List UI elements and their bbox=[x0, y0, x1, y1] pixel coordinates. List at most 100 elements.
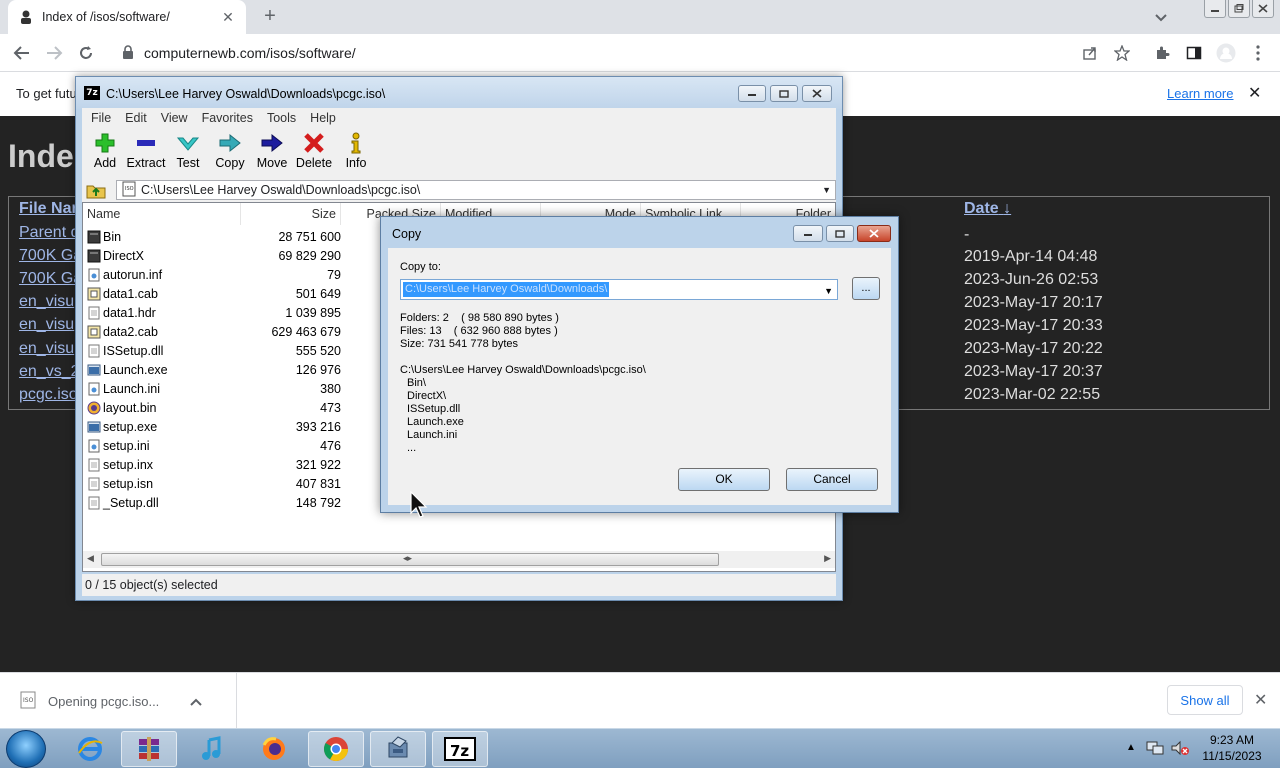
dialog-minimize-icon[interactable] bbox=[793, 225, 823, 242]
7zip-maximize-icon[interactable] bbox=[770, 85, 798, 102]
7zip-close-icon[interactable] bbox=[802, 85, 832, 102]
page-heading: Inde bbox=[8, 138, 74, 174]
close-window-icon[interactable] bbox=[1252, 0, 1274, 18]
show-all-button[interactable]: Show all bbox=[1167, 685, 1243, 715]
winrar-icon[interactable] bbox=[121, 731, 177, 767]
file-row[interactable]: Launch.exe 126 976 bbox=[83, 361, 383, 380]
file-row[interactable]: _Setup.dll 148 792 bbox=[83, 494, 383, 513]
menu-kebab-icon[interactable] bbox=[1248, 43, 1268, 63]
file-file-icon bbox=[87, 344, 101, 358]
bookmark-star-icon[interactable] bbox=[1112, 43, 1132, 63]
listing-link[interactable]: en_visu bbox=[19, 293, 74, 311]
browse-button[interactable]: ... bbox=[852, 277, 880, 300]
restore-icon[interactable] bbox=[1228, 0, 1250, 18]
7zip-minimize-icon[interactable] bbox=[738, 85, 766, 102]
download-chevron-icon[interactable] bbox=[190, 694, 202, 709]
learn-more-link[interactable]: Learn more bbox=[1167, 86, 1233, 101]
listing-link[interactable]: 700K Ga bbox=[19, 270, 82, 288]
column-name[interactable]: Name bbox=[83, 203, 241, 225]
dialog-maximize-icon[interactable] bbox=[826, 225, 854, 242]
listing-link[interactable]: Parent d bbox=[19, 224, 79, 242]
share-icon[interactable] bbox=[1080, 43, 1100, 63]
destination-combo[interactable]: C:\Users\Lee Harvey Oswald\Downloads\ ▼ bbox=[400, 279, 838, 300]
add-button[interactable]: Add bbox=[82, 130, 128, 170]
folder-up-icon[interactable] bbox=[86, 181, 106, 199]
menu-tools[interactable]: Tools bbox=[267, 111, 296, 125]
tab-search-icon[interactable] bbox=[1152, 8, 1170, 26]
menu-view[interactable]: View bbox=[161, 111, 188, 125]
browser-tab[interactable]: Index of /isos/software/ ✕ bbox=[8, 0, 246, 34]
listing-link[interactable]: en_visu bbox=[19, 316, 74, 334]
file-row[interactable]: setup.exe 393 216 bbox=[83, 418, 383, 437]
files-summary: Files: 13 ( 632 960 888 bytes ) bbox=[400, 325, 558, 337]
file-size: 380 bbox=[320, 382, 341, 396]
file-row[interactable]: Launch.ini 380 bbox=[83, 380, 383, 399]
download-item[interactable]: ISO Opening pcgc.iso... bbox=[0, 673, 237, 729]
internet-explorer-icon[interactable] bbox=[62, 731, 118, 767]
menu-help[interactable]: Help bbox=[310, 111, 336, 125]
itunes-icon[interactable] bbox=[184, 731, 240, 767]
reload-icon[interactable] bbox=[74, 41, 98, 65]
listing-link[interactable]: en_visu bbox=[19, 340, 74, 358]
cancel-button[interactable]: Cancel bbox=[786, 468, 878, 491]
info-button[interactable]: Info bbox=[333, 130, 379, 170]
chrome-icon[interactable] bbox=[308, 731, 364, 767]
menu-file[interactable]: File bbox=[91, 111, 111, 125]
file-row[interactable]: ISSetup.dll 555 520 bbox=[83, 342, 383, 361]
destination-dropdown-icon[interactable]: ▼ bbox=[824, 286, 833, 296]
network-icon[interactable] bbox=[1146, 740, 1164, 759]
back-icon[interactable] bbox=[10, 41, 34, 65]
show-hidden-icons-icon[interactable]: ▲ bbox=[1126, 742, 1136, 753]
download-bar-close-icon[interactable]: ✕ bbox=[1254, 690, 1267, 710]
7zip-title-bar[interactable]: 7z C:\Users\Lee Harvey Oswald\Downloads\… bbox=[76, 77, 842, 109]
file-row[interactable]: data1.hdr 1 039 895 bbox=[83, 304, 383, 323]
lock-icon[interactable] bbox=[122, 44, 134, 62]
file-row[interactable]: setup.ini 476 bbox=[83, 437, 383, 456]
file-row[interactable]: autorun.inf 79 bbox=[83, 266, 383, 285]
file-row[interactable]: Bin 28 751 600 bbox=[83, 228, 383, 247]
move-button[interactable]: Move bbox=[249, 130, 295, 170]
file-row[interactable]: data2.cab 629 463 679 bbox=[83, 323, 383, 342]
tab-title: Index of /isos/software/ bbox=[42, 10, 170, 24]
scroll-left-icon[interactable]: ◀ bbox=[87, 553, 94, 564]
ok-button[interactable]: OK bbox=[678, 468, 770, 491]
test-button[interactable]: Test bbox=[165, 130, 211, 170]
column-file-name[interactable]: File Nar bbox=[19, 200, 78, 218]
file-row[interactable]: setup.isn 407 831 bbox=[83, 475, 383, 494]
forward-icon[interactable] bbox=[42, 41, 66, 65]
address-bar[interactable]: computernewb.com/isos/software/ bbox=[110, 38, 1142, 68]
profile-avatar-icon[interactable] bbox=[1216, 43, 1236, 63]
file-row[interactable]: DirectX 69 829 290 bbox=[83, 247, 383, 266]
volume-muted-icon[interactable] bbox=[1170, 740, 1190, 759]
tab-close-icon[interactable]: ✕ bbox=[220, 9, 236, 26]
new-tab-button[interactable]: + bbox=[258, 5, 282, 29]
menu-edit[interactable]: Edit bbox=[125, 111, 147, 125]
minimize-icon[interactable] bbox=[1204, 0, 1226, 18]
7zip-path-field[interactable]: ISO C:\Users\Lee Harvey Oswald\Downloads… bbox=[116, 180, 836, 200]
listing-link[interactable]: en_vs_2 bbox=[19, 363, 80, 381]
delete-button[interactable]: Delete bbox=[291, 130, 337, 170]
path-dropdown-icon[interactable]: ▼ bbox=[822, 185, 831, 195]
listing-link[interactable]: 700K Ga bbox=[19, 247, 82, 265]
file-row[interactable]: layout.bin 473 bbox=[83, 399, 383, 418]
scroll-right-icon[interactable]: ▶ bbox=[824, 553, 831, 564]
copy-button[interactable]: Copy bbox=[207, 130, 253, 170]
horizontal-scrollbar[interactable]: ◀ ◂▸ ▶ bbox=[83, 551, 835, 568]
dialog-close-icon[interactable] bbox=[857, 225, 891, 242]
setup-installer-icon[interactable] bbox=[370, 731, 426, 767]
extensions-icon[interactable] bbox=[1152, 43, 1172, 63]
menu-favorites[interactable]: Favorites bbox=[202, 111, 253, 125]
start-button-icon[interactable] bbox=[6, 730, 46, 768]
file-row[interactable]: setup.inx 321 922 bbox=[83, 456, 383, 475]
column-size[interactable]: Size bbox=[241, 203, 341, 225]
firefox-icon[interactable] bbox=[246, 731, 302, 767]
copy-arrow-icon bbox=[207, 130, 253, 156]
listing-link[interactable]: pcgc.iso bbox=[19, 386, 78, 404]
column-date[interactable]: Date ↓ bbox=[964, 200, 1011, 218]
taskbar-clock[interactable]: 9:23 AM 11/15/2023 bbox=[1196, 732, 1268, 764]
7zip-taskbar-icon[interactable]: 7z bbox=[432, 731, 488, 767]
side-panel-icon[interactable] bbox=[1184, 43, 1204, 63]
info-bar-close-icon[interactable]: ✕ bbox=[1248, 83, 1261, 103]
file-row[interactable]: data1.cab 501 649 bbox=[83, 285, 383, 304]
extract-button[interactable]: Extract bbox=[123, 130, 169, 170]
